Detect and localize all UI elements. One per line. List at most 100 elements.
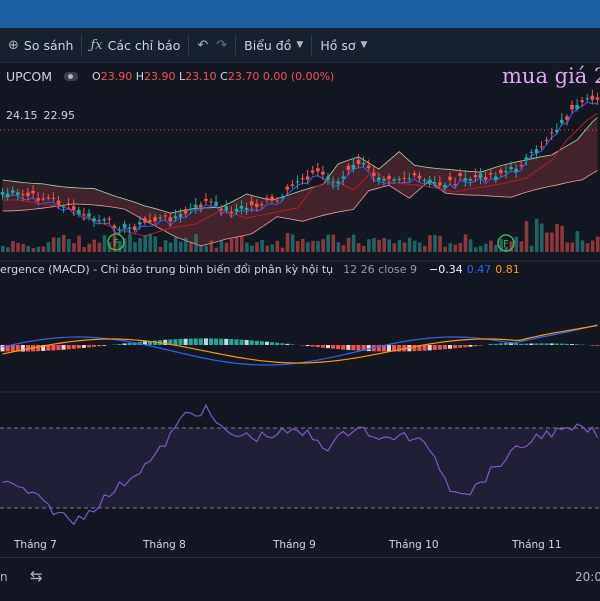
- candle-body: [489, 173, 493, 174]
- macd-signal-value: 0.81: [495, 263, 520, 276]
- macd-title: ergence (MACD) - Chỉ báo trung bình biến…: [0, 263, 333, 276]
- candle-body: [367, 166, 371, 169]
- macd-histogram-bar: [87, 345, 91, 347]
- compare-button[interactable]: ⊕ So sánh: [0, 28, 81, 62]
- candle-body: [402, 178, 406, 179]
- macd-histogram-bar: [82, 345, 86, 348]
- volume-bar: [281, 248, 285, 252]
- candle-body: [224, 206, 228, 210]
- redo-button[interactable]: ↷: [216, 28, 235, 62]
- toolbar: ⊕ So sánh ƒx Các chỉ báo ↶ ↷ Biểu đồ ▼ H…: [0, 28, 600, 63]
- macd-line-value: 0.47: [467, 263, 492, 276]
- candle-body: [433, 182, 437, 183]
- volume-bar: [423, 246, 427, 252]
- bottom-left-label[interactable]: n: [0, 570, 8, 584]
- candle-body: [469, 179, 473, 181]
- macd-histogram-bar: [494, 344, 498, 345]
- rsi-band: [0, 428, 600, 508]
- volume-bar: [550, 233, 554, 252]
- volume-bar: [286, 233, 290, 252]
- macd-histogram-bar: [56, 345, 60, 350]
- candle-body: [540, 146, 544, 147]
- volume-bar: [418, 243, 422, 252]
- macd-histogram-bar: [285, 344, 289, 345]
- profile-menu-button[interactable]: Hồ sơ ▼: [312, 28, 375, 62]
- macd-histogram-bar: [519, 344, 523, 345]
- candle-body: [408, 178, 412, 179]
- volume-bar: [260, 240, 264, 252]
- volume-bar: [225, 243, 229, 252]
- candle-body: [458, 173, 462, 176]
- volume-bar: [576, 231, 580, 252]
- macd-histogram-bar: [173, 339, 177, 345]
- macd-histogram-bar: [555, 344, 559, 345]
- candle-body: [6, 193, 10, 197]
- undo-button[interactable]: ↶: [189, 28, 216, 62]
- macd-histogram-bar: [524, 344, 528, 345]
- volume-bar: [545, 233, 549, 252]
- indicators-button[interactable]: ƒx Các chỉ báo: [82, 28, 188, 62]
- candle-body: [1, 192, 5, 195]
- volume-bar: [6, 247, 10, 252]
- chart-menu-button[interactable]: Biểu đồ ▼: [236, 28, 311, 62]
- candle-body: [97, 220, 101, 221]
- candle-body: [499, 170, 503, 173]
- macd-histogram-bar: [265, 342, 269, 345]
- candle-body: [199, 205, 203, 207]
- macd-histogram-bar: [204, 338, 208, 345]
- candle-body: [67, 203, 71, 204]
- candle-body: [443, 185, 447, 188]
- volume-bar: [72, 243, 76, 252]
- volume-bar: [565, 242, 569, 252]
- volume-bar: [362, 246, 366, 252]
- volume-bar: [555, 224, 559, 252]
- volume-bar: [143, 235, 147, 252]
- eye-toggle-icon[interactable]: [64, 72, 78, 81]
- macd-line: [3, 325, 598, 365]
- candle-body: [565, 116, 569, 119]
- volume-bar: [570, 243, 574, 252]
- candle-body: [535, 149, 539, 153]
- volume-bar: [32, 248, 36, 252]
- event-marker-label: F: [503, 239, 509, 250]
- volume-bar: [459, 243, 463, 252]
- time-label: 20:0: [575, 570, 600, 584]
- volume-bar: [377, 240, 381, 252]
- volume-bar: [367, 239, 371, 252]
- candle-body: [250, 201, 254, 205]
- candle-body: [77, 210, 81, 214]
- volume-bar: [255, 242, 259, 252]
- volume-bar: [220, 241, 224, 252]
- macd-histogram-bar: [229, 339, 233, 345]
- ichimoku-value-1: 24.15: [6, 109, 38, 122]
- replay-icon[interactable]: ⇆: [30, 567, 43, 585]
- macd-histogram-bar: [560, 344, 564, 345]
- macd-histogram-bar: [311, 345, 315, 347]
- volume-bar: [1, 246, 5, 252]
- annotation-text[interactable]: mua giá 2: [502, 64, 600, 88]
- chart-area[interactable]: FF: [0, 62, 600, 557]
- profile-menu-label: Hồ sơ: [320, 38, 355, 53]
- volume-bar: [596, 237, 600, 252]
- macd-legend: ergence (MACD) - Chỉ báo trung bình biến…: [0, 263, 520, 276]
- macd-histogram-bar: [453, 345, 457, 348]
- candle-body: [118, 229, 122, 230]
- macd-histogram-bar: [128, 343, 132, 345]
- candle-body: [280, 197, 284, 199]
- macd-histogram-bar: [489, 344, 493, 345]
- volume-bar: [387, 239, 391, 252]
- volume-bar: [515, 237, 519, 252]
- volume-bar: [98, 243, 102, 252]
- candle-body: [570, 105, 574, 109]
- candle-body: [362, 163, 366, 164]
- volume-bar: [245, 242, 249, 252]
- candle-body: [341, 177, 345, 179]
- macd-histogram-bar: [351, 345, 355, 350]
- macd-histogram-bar: [62, 345, 66, 350]
- candle-body: [484, 177, 488, 180]
- candle-body: [575, 105, 579, 109]
- candle-body: [230, 212, 234, 213]
- volume-bar: [494, 245, 498, 252]
- volume-bar: [42, 246, 46, 252]
- macd-histogram-bar: [234, 339, 238, 345]
